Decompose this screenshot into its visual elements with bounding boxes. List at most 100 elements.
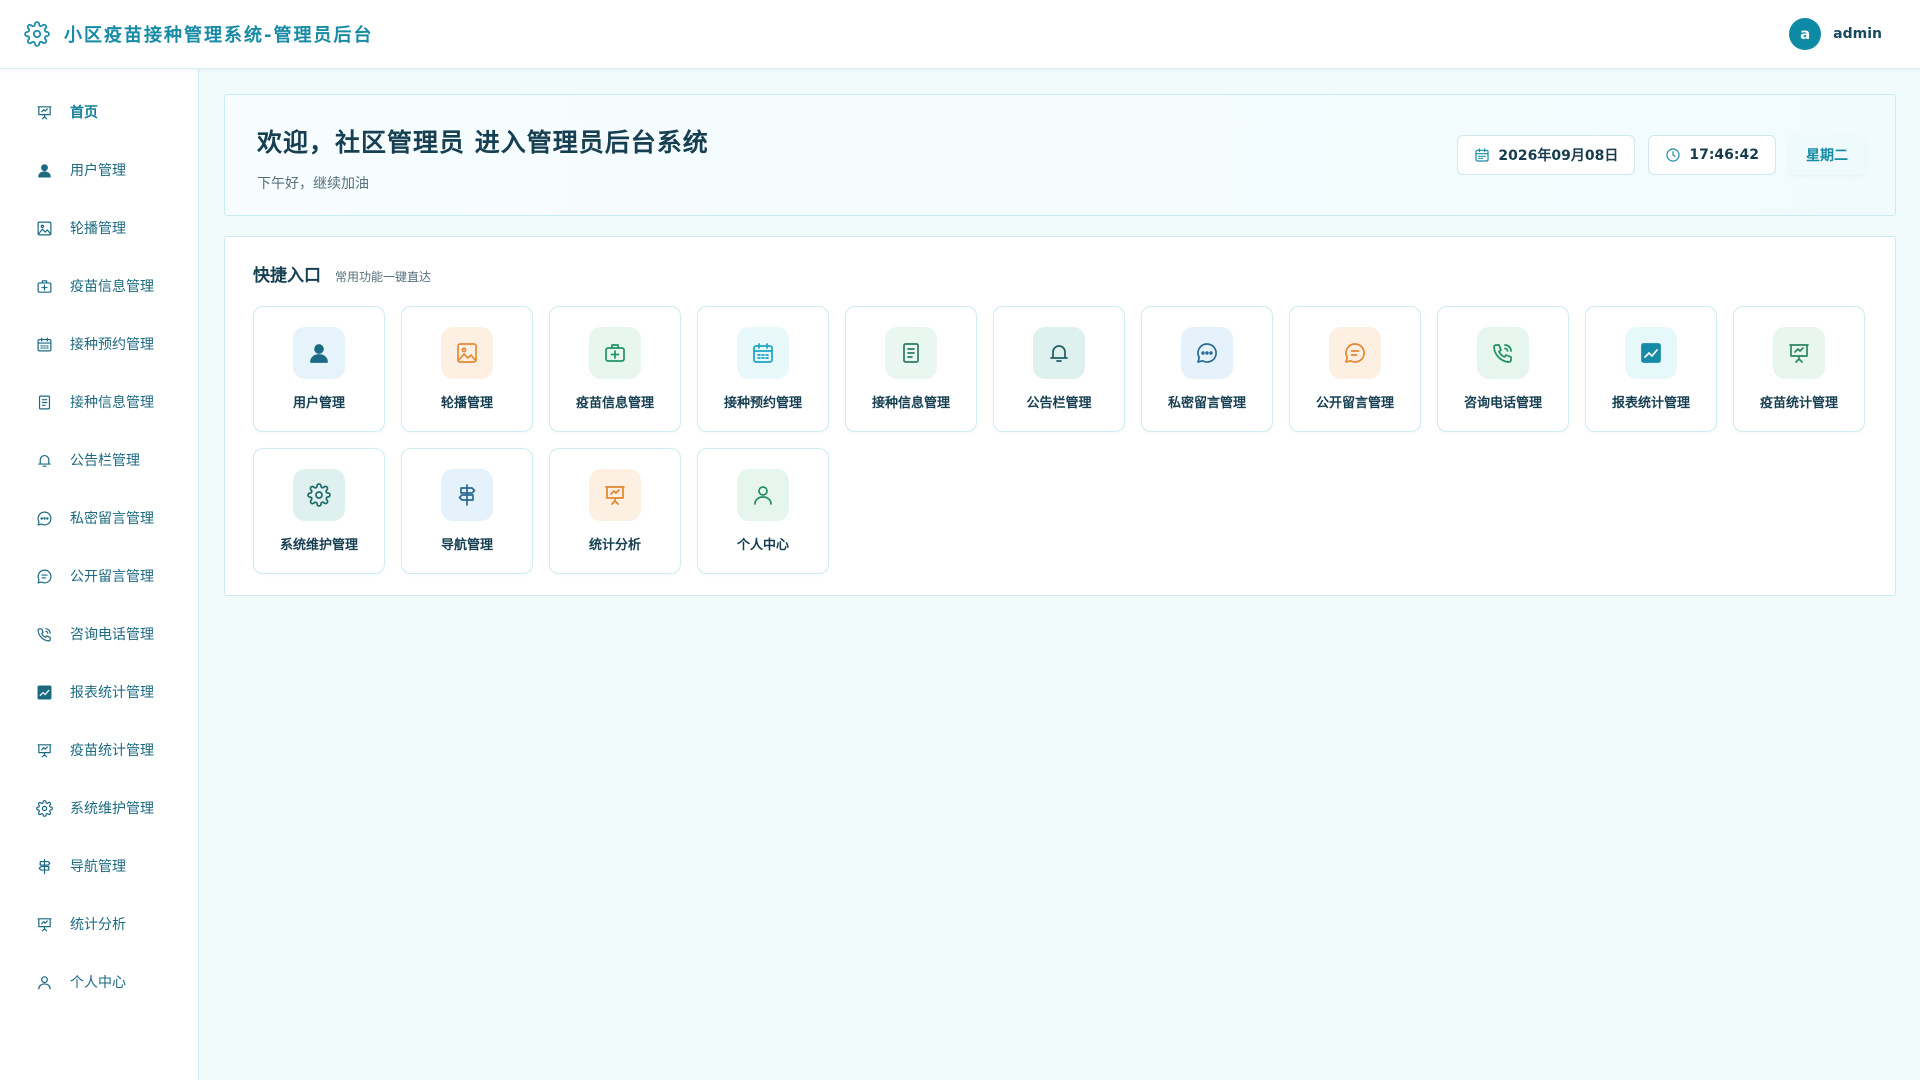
sidebar-item-label: 统计分析 bbox=[70, 917, 126, 933]
gear-icon[interactable] bbox=[24, 21, 50, 47]
quick-access-title: 快捷入口 bbox=[253, 266, 321, 286]
quick-access-panel: 快捷入口 常用功能一键直达 用户管理 轮播管理 疫苗信息管理 接种预约管理 接种信息管理… bbox=[224, 236, 1896, 596]
time-chip: 17:46:42 bbox=[1648, 135, 1776, 175]
chat-dots-icon bbox=[35, 509, 53, 527]
quick-tile-label: 统计分析 bbox=[588, 538, 641, 553]
sidebar-item-3[interactable]: 疫苗信息管理 bbox=[0, 257, 198, 315]
bell-icon bbox=[35, 451, 53, 469]
sidebar-item-label: 首页 bbox=[70, 105, 98, 121]
quick-tile-9[interactable]: 报表统计管理 bbox=[1585, 306, 1717, 432]
quick-tile-label: 个人中心 bbox=[736, 538, 789, 553]
date-chip: 2026年09月08日 bbox=[1457, 135, 1636, 175]
presentation-icon bbox=[1773, 327, 1825, 379]
user-outline-icon bbox=[35, 973, 53, 991]
top-header: 小区疫苗接种管理系统-管理员后台 a admin bbox=[0, 0, 1920, 69]
document-icon bbox=[35, 393, 53, 411]
quick-tile-2[interactable]: 疫苗信息管理 bbox=[549, 306, 681, 432]
phone-icon bbox=[35, 625, 53, 643]
sidebar-item-0[interactable]: 首页 bbox=[0, 83, 198, 141]
chat-dots-icon bbox=[1181, 327, 1233, 379]
bell-icon bbox=[1033, 327, 1085, 379]
sidebar-item-label: 私密留言管理 bbox=[70, 511, 154, 527]
sidebar-item-5[interactable]: 接种信息管理 bbox=[0, 373, 198, 431]
datetime-row: 2026年09月08日 17:46:42 星期二 bbox=[1457, 135, 1865, 175]
quick-tile-3[interactable]: 接种预约管理 bbox=[697, 306, 829, 432]
phone-icon bbox=[1477, 327, 1529, 379]
quick-tile-label: 用户管理 bbox=[292, 396, 345, 411]
gear-icon bbox=[293, 469, 345, 521]
quick-tile-label: 公告栏管理 bbox=[1026, 396, 1092, 411]
sidebar-item-label: 疫苗信息管理 bbox=[70, 279, 154, 295]
calendar-icon bbox=[35, 335, 53, 353]
user-solid-icon bbox=[293, 327, 345, 379]
weekday-chip: 星期二 bbox=[1789, 135, 1865, 175]
quick-tile-5[interactable]: 公告栏管理 bbox=[993, 306, 1125, 432]
quick-tile-label: 导航管理 bbox=[440, 538, 493, 553]
picture-icon bbox=[441, 327, 493, 379]
sidebar-item-11[interactable]: 疫苗统计管理 bbox=[0, 721, 198, 779]
sidebar-item-9[interactable]: 咨询电话管理 bbox=[0, 605, 198, 663]
sidebar-item-13[interactable]: 导航管理 bbox=[0, 837, 198, 895]
main-content: 欢迎，社区管理员 进入管理员后台系统 下午好，继续加油 2026年09月08日 … bbox=[224, 94, 1896, 596]
sidebar-item-1[interactable]: 用户管理 bbox=[0, 141, 198, 199]
date-text: 2026年09月08日 bbox=[1498, 148, 1619, 164]
quick-tile-label: 系统维护管理 bbox=[279, 538, 358, 553]
signpost-icon bbox=[35, 857, 53, 875]
quick-tile-label: 公开留言管理 bbox=[1315, 396, 1394, 411]
user-menu[interactable]: a admin bbox=[1789, 18, 1896, 50]
app-title: 小区疫苗接种管理系统-管理员后台 bbox=[64, 25, 374, 46]
sidebar-item-8[interactable]: 公开留言管理 bbox=[0, 547, 198, 605]
quick-tile-4[interactable]: 接种信息管理 bbox=[845, 306, 977, 432]
calendar-icon bbox=[737, 327, 789, 379]
chat-lines-icon bbox=[1329, 327, 1381, 379]
quick-tile-13[interactable]: 统计分析 bbox=[549, 448, 681, 574]
user-solid-icon bbox=[35, 161, 53, 179]
quick-tile-label: 报表统计管理 bbox=[1611, 396, 1690, 411]
sidebar-item-6[interactable]: 公告栏管理 bbox=[0, 431, 198, 489]
sidebar-item-2[interactable]: 轮播管理 bbox=[0, 199, 198, 257]
sidebar-item-label: 个人中心 bbox=[70, 975, 126, 991]
sidebar-item-15[interactable]: 个人中心 bbox=[0, 953, 198, 1011]
sidebar-item-7[interactable]: 私密留言管理 bbox=[0, 489, 198, 547]
presentation-icon bbox=[35, 103, 53, 121]
picture-icon bbox=[35, 219, 53, 237]
quick-tile-label: 咨询电话管理 bbox=[1463, 396, 1542, 411]
quick-tile-label: 接种信息管理 bbox=[871, 396, 950, 411]
weekday-text: 星期二 bbox=[1806, 148, 1848, 164]
user-outline-icon bbox=[737, 469, 789, 521]
quick-tile-label: 轮播管理 bbox=[440, 396, 493, 411]
quick-tile-7[interactable]: 公开留言管理 bbox=[1289, 306, 1421, 432]
quick-access-header: 快捷入口 常用功能一键直达 bbox=[253, 261, 1867, 286]
document-icon bbox=[885, 327, 937, 379]
welcome-subtitle: 下午好，继续加油 bbox=[257, 176, 369, 192]
time-text: 17:46:42 bbox=[1689, 147, 1759, 163]
sidebar-item-label: 疫苗统计管理 bbox=[70, 743, 154, 759]
sidebar-item-label: 导航管理 bbox=[70, 859, 126, 875]
chart-solid-icon bbox=[35, 683, 53, 701]
quick-tile-6[interactable]: 私密留言管理 bbox=[1141, 306, 1273, 432]
medkit-icon bbox=[589, 327, 641, 379]
quick-tile-11[interactable]: 系统维护管理 bbox=[253, 448, 385, 574]
gear-icon bbox=[35, 799, 53, 817]
sidebar-item-12[interactable]: 系统维护管理 bbox=[0, 779, 198, 837]
sidebar-item-10[interactable]: 报表统计管理 bbox=[0, 663, 198, 721]
quick-tile-8[interactable]: 咨询电话管理 bbox=[1437, 306, 1569, 432]
quick-access-subtitle: 常用功能一键直达 bbox=[335, 270, 432, 284]
medkit-icon bbox=[35, 277, 53, 295]
quick-tile-10[interactable]: 疫苗统计管理 bbox=[1733, 306, 1865, 432]
sidebar-item-label: 咨询电话管理 bbox=[70, 627, 154, 643]
sidebar-item-label: 公开留言管理 bbox=[70, 569, 154, 585]
sidebar-item-14[interactable]: 统计分析 bbox=[0, 895, 198, 953]
sidebar-item-label: 公告栏管理 bbox=[70, 453, 140, 469]
signpost-icon bbox=[441, 469, 493, 521]
quick-tile-14[interactable]: 个人中心 bbox=[697, 448, 829, 574]
calendar-icon bbox=[1474, 147, 1490, 163]
quick-tile-1[interactable]: 轮播管理 bbox=[401, 306, 533, 432]
sidebar-item-4[interactable]: 接种预约管理 bbox=[0, 315, 198, 373]
quick-tile-12[interactable]: 导航管理 bbox=[401, 448, 533, 574]
quick-access-grid: 用户管理 轮播管理 疫苗信息管理 接种预约管理 接种信息管理 公告栏管理 私密留言管理 公开留… bbox=[253, 306, 1867, 574]
chart-solid-icon bbox=[1625, 327, 1677, 379]
quick-tile-0[interactable]: 用户管理 bbox=[253, 306, 385, 432]
avatar[interactable]: a bbox=[1789, 18, 1822, 50]
username[interactable]: admin bbox=[1833, 26, 1882, 42]
